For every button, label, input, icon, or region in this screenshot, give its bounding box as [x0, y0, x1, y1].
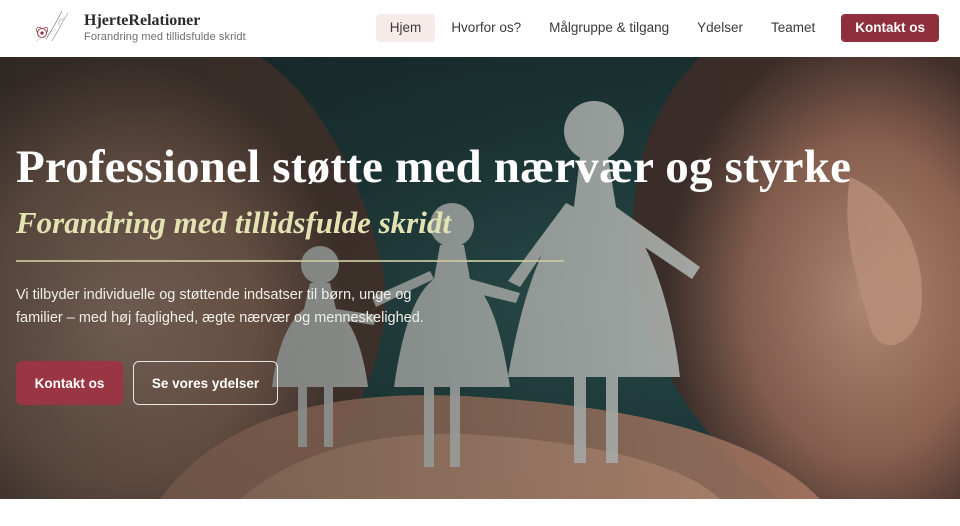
- hero-contact-button[interactable]: Kontakt os: [16, 361, 123, 405]
- nav-item-hvorfor-os[interactable]: Hvorfor os?: [437, 14, 535, 42]
- hero-services-button[interactable]: Se vores ydelser: [133, 361, 278, 405]
- brand-tagline: Forandring med tillidsfulde skridt: [84, 31, 246, 43]
- site-header: HjerteRelationer Forandring med tillidsf…: [0, 0, 960, 57]
- floral-logo-icon: [35, 10, 69, 42]
- hero-title: Professionel støtte med nærvær og styrke: [16, 141, 852, 193]
- nav-item-hjem[interactable]: Hjem: [375, 14, 436, 42]
- hero-subtitle: Forandring med tillidsfulde skridt: [16, 205, 451, 240]
- header-contact-button[interactable]: Kontakt os: [841, 14, 939, 42]
- nav-item-teamet[interactable]: Teamet: [757, 14, 829, 42]
- next-section-edge: [0, 499, 960, 526]
- hero-section: Professionel støtte med nærvær og styrke…: [0, 57, 960, 499]
- hero-divider: [16, 260, 564, 262]
- hero-overlay: [0, 57, 960, 499]
- main-nav: Hjem Hvorfor os? Målgruppe & tilgang Yde…: [375, 14, 939, 42]
- brand[interactable]: HjerteRelationer Forandring med tillidsf…: [32, 9, 246, 47]
- nav-item-malgruppe[interactable]: Målgruppe & tilgang: [535, 14, 683, 42]
- nav-item-ydelser[interactable]: Ydelser: [683, 14, 757, 42]
- hero-description: Vi tilbyder individuelle og støttende in…: [16, 287, 424, 326]
- brand-name: HjerteRelationer: [84, 12, 201, 29]
